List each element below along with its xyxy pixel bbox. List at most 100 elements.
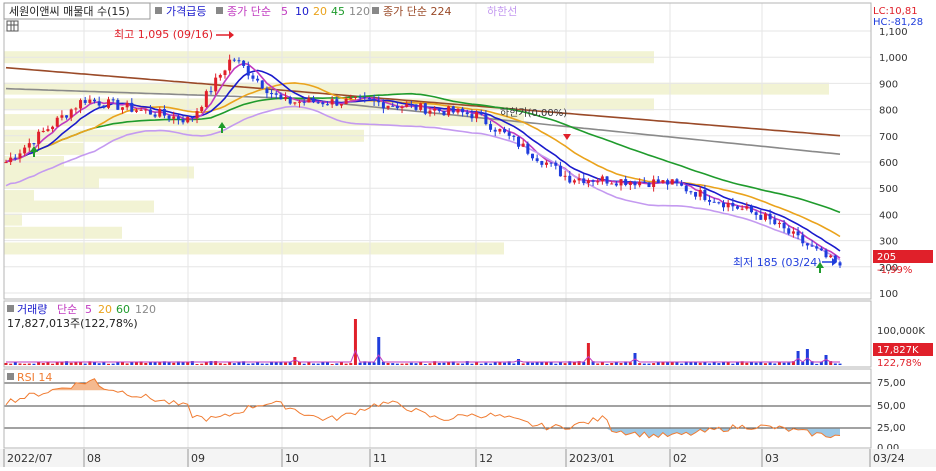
candle-body xyxy=(666,180,670,185)
volume-bar xyxy=(83,363,87,365)
volume-bar xyxy=(680,363,684,365)
candle-body xyxy=(330,99,334,105)
volume-bar xyxy=(773,363,777,365)
volume-bar xyxy=(521,363,525,365)
volume-bar xyxy=(787,362,791,365)
candle-body xyxy=(544,162,548,165)
legend-lower-line[interactable]: 하한선 xyxy=(487,4,517,18)
candle-body xyxy=(624,179,628,186)
candle-body xyxy=(325,104,329,106)
candle-body xyxy=(4,162,8,164)
candle-body xyxy=(554,162,558,166)
volume-ma60[interactable]: 60 xyxy=(116,303,130,316)
candle-body xyxy=(796,231,800,236)
volume-bar xyxy=(572,362,576,365)
price-tick: 300 xyxy=(879,237,898,248)
volume-ma20[interactable]: 20 xyxy=(98,303,112,316)
candle-body xyxy=(377,100,381,103)
volume-profile-bar xyxy=(4,200,154,213)
volume-bar xyxy=(642,363,646,365)
price-tick: 900 xyxy=(879,79,898,90)
candle-body xyxy=(51,126,55,130)
volume-profile-bar xyxy=(4,226,122,239)
legend-ma20[interactable]: 20 xyxy=(313,5,327,18)
volume-ma120[interactable]: 120 xyxy=(135,303,156,316)
candle-body xyxy=(102,105,106,108)
candle-body xyxy=(65,115,69,118)
candle-body xyxy=(181,119,185,123)
candle-body xyxy=(540,161,544,165)
high-annotation: 최고 1,095 (09/16) xyxy=(114,28,213,41)
candle-body xyxy=(610,183,614,185)
candle-body xyxy=(400,106,404,109)
candle-body xyxy=(558,165,562,177)
candle-body xyxy=(260,80,264,89)
candle-body xyxy=(200,106,204,112)
candle-body xyxy=(549,162,553,164)
legend-square-icon xyxy=(7,305,14,312)
candle-body xyxy=(167,115,171,119)
candle-body xyxy=(512,135,516,137)
table-icon[interactable] xyxy=(6,20,19,32)
candle-body xyxy=(107,99,111,108)
candle-body xyxy=(372,99,376,101)
rsi-tick-25: 25,00 xyxy=(877,423,906,434)
volume-bar xyxy=(312,363,316,365)
volume-bar xyxy=(409,362,413,365)
x-axis-label: 2022/07 xyxy=(7,452,53,465)
volume-bar xyxy=(116,362,120,365)
candle-body xyxy=(97,101,101,106)
volume-profile-bar xyxy=(4,213,22,226)
candle-body xyxy=(815,246,819,249)
volume-bar xyxy=(717,363,721,365)
price-tick: 600 xyxy=(879,158,898,169)
volume-legend-title[interactable]: 거래량 xyxy=(17,303,47,316)
volume-profile-bar xyxy=(4,114,524,127)
volume-bar xyxy=(353,319,357,365)
candle-body xyxy=(503,128,507,133)
candle-body xyxy=(288,96,292,104)
candle-body xyxy=(307,98,311,103)
volume-bar xyxy=(428,363,432,365)
legend-ma224[interactable]: 종가 단순 224 xyxy=(383,5,451,18)
volume-ma-label[interactable]: 단순 xyxy=(57,303,77,316)
volume-bar xyxy=(638,363,642,365)
volume-bar xyxy=(302,363,306,365)
candle-body xyxy=(740,208,744,210)
volume-bar xyxy=(97,363,101,365)
candle-body xyxy=(530,153,534,159)
volume-bar xyxy=(470,363,474,365)
legend-ma5[interactable]: 5 xyxy=(281,5,288,18)
volume-bar xyxy=(316,363,320,365)
candle-body xyxy=(614,183,618,186)
candle-body xyxy=(661,180,665,183)
volume-bar xyxy=(484,362,488,365)
candle-body xyxy=(493,129,497,132)
legend-ma-label[interactable]: 종가 단순 xyxy=(227,5,271,18)
candle-body xyxy=(312,98,316,103)
volume-bar xyxy=(144,362,148,365)
candle-body xyxy=(782,222,786,229)
legend-ma45[interactable]: 45 xyxy=(331,5,345,18)
legend-price-surge[interactable]: 가격급등 xyxy=(166,5,206,18)
price-tick: 500 xyxy=(879,184,898,195)
x-axis-label: 02 xyxy=(673,452,687,465)
candle-body xyxy=(158,109,162,117)
rsi-legend[interactable]: RSI 14 xyxy=(17,371,52,384)
candle-body xyxy=(139,109,143,111)
candle-body xyxy=(265,88,269,94)
volume-bar xyxy=(554,363,558,365)
volume-ma5[interactable]: 5 xyxy=(85,303,92,316)
volume-bar xyxy=(4,362,8,365)
candle-body xyxy=(479,112,483,115)
candle-body xyxy=(773,219,777,225)
candle-body xyxy=(619,179,623,186)
legend-square-icon xyxy=(155,7,162,14)
candle-body xyxy=(470,114,474,119)
candle-body xyxy=(605,176,609,184)
legend-ma120[interactable]: 120 xyxy=(349,5,370,18)
volume-bar xyxy=(768,362,772,365)
legend-ma10[interactable]: 10 xyxy=(295,5,309,18)
volume-bar xyxy=(503,362,507,365)
volume-bar xyxy=(93,362,97,365)
